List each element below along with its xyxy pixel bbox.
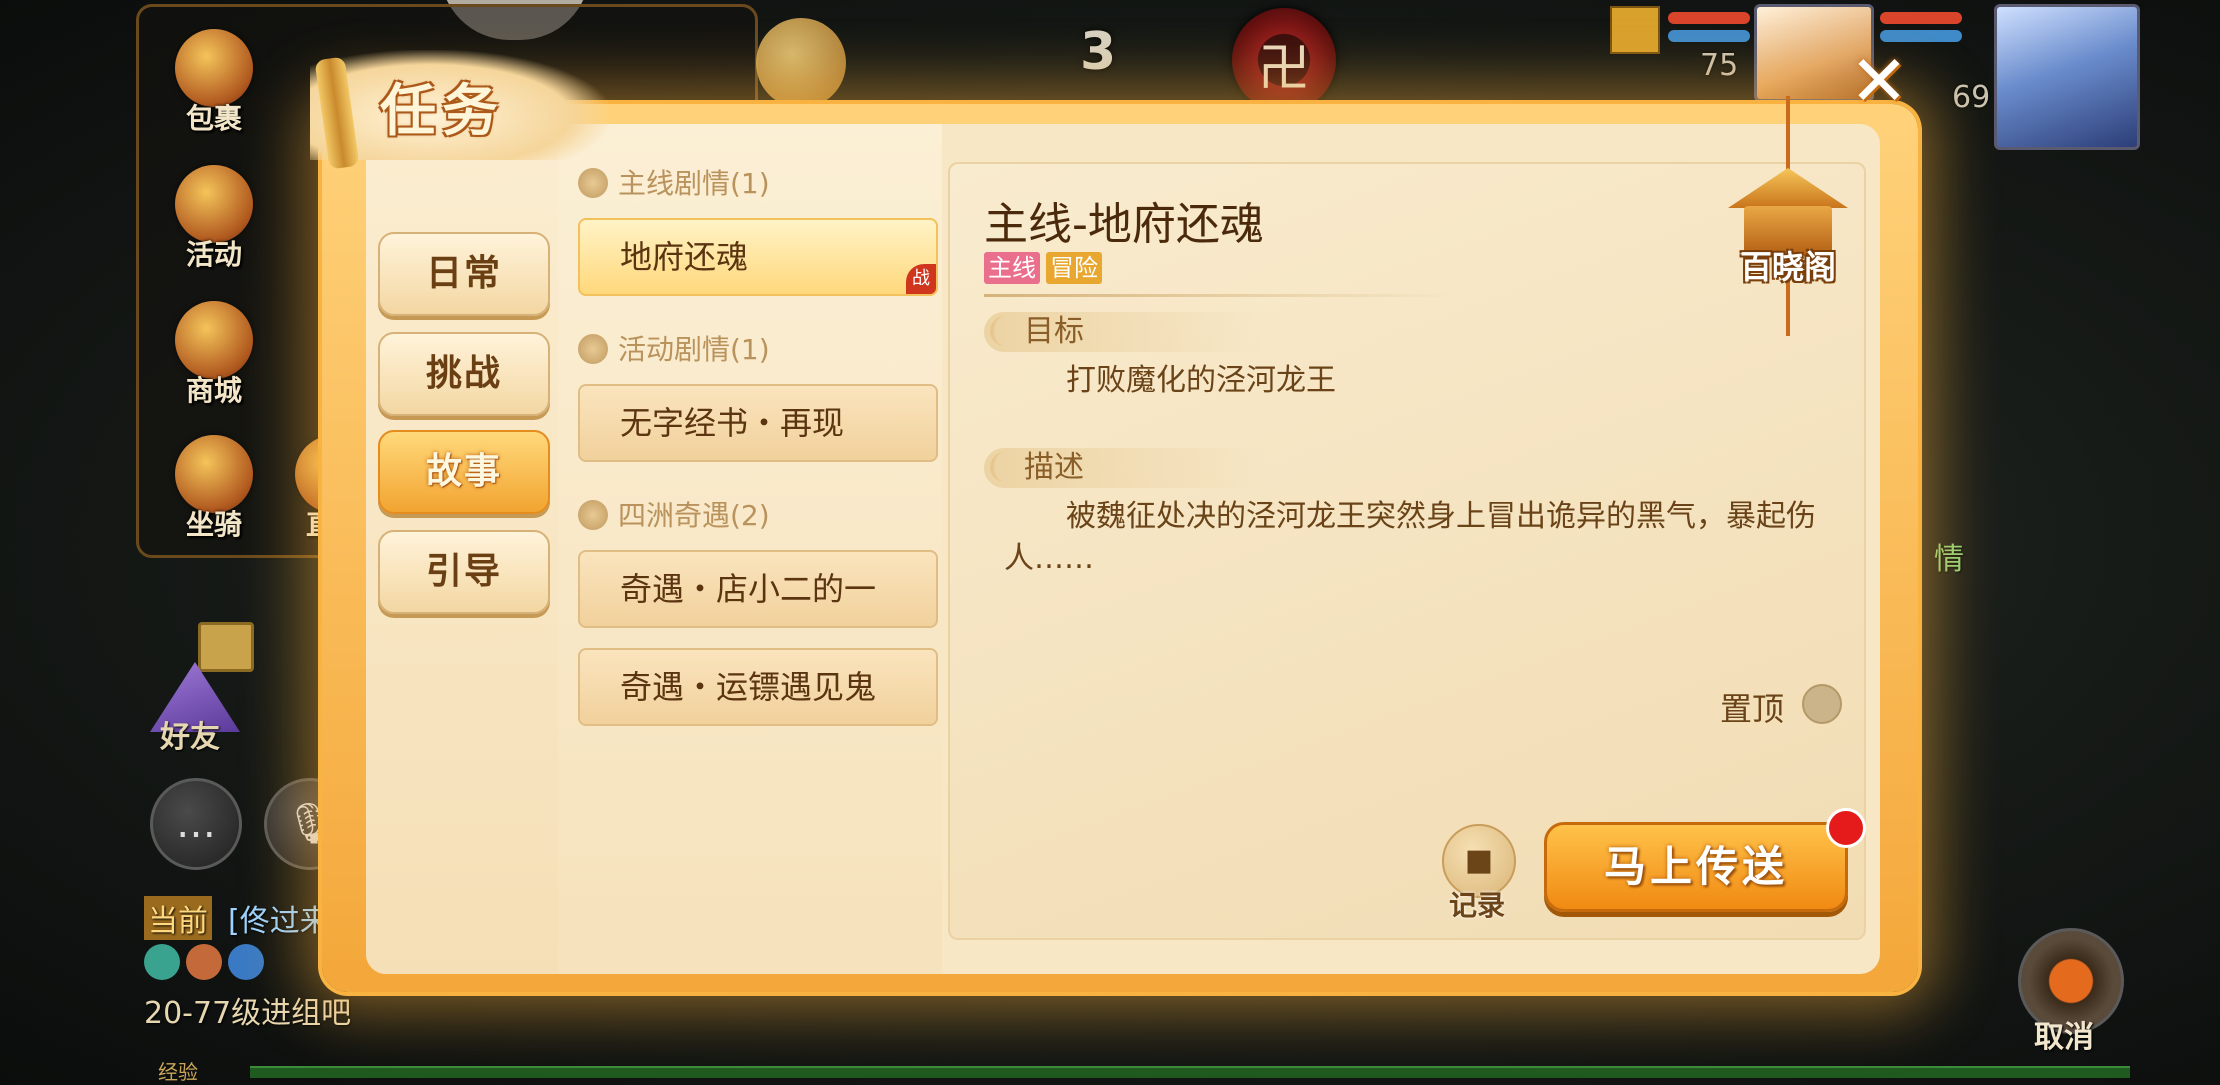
chat-bubble-icon[interactable]: … xyxy=(150,778,242,870)
quest-item[interactable]: 奇遇・店小二的一 xyxy=(578,550,938,628)
cancel-label[interactable]: 取消 xyxy=(2034,1012,2094,1056)
description-text: 被魏征处决的泾河龙王突然身上冒出诡异的黑气，暴起伤人…… xyxy=(1004,499,1816,576)
mount-icon xyxy=(175,435,253,513)
upgrade-arrow-icon[interactable] xyxy=(1610,6,1660,54)
group-header-encounter[interactable]: 四洲奇遇(2) xyxy=(578,496,770,536)
dialog-title: 任务 xyxy=(380,79,504,144)
cloud-icon xyxy=(578,334,608,364)
divider xyxy=(984,294,1454,297)
emblem-icon[interactable] xyxy=(1232,8,1336,112)
chat-badge-icon xyxy=(144,944,180,980)
horn-icon xyxy=(175,165,253,243)
chat-message: [佟过来 xyxy=(228,904,330,939)
teleport-button[interactable]: 马上传送 xyxy=(1544,822,1848,912)
chat-badge-icon xyxy=(186,944,222,980)
quest-item[interactable]: 奇遇・运镖遇见鬼 xyxy=(578,648,938,726)
cloud-icon xyxy=(578,168,608,198)
tab-challenge[interactable]: 挑战 xyxy=(378,332,550,416)
tab-story[interactable]: 故事 xyxy=(378,430,550,514)
group-header-main[interactable]: 主线剧情(1) xyxy=(578,164,770,204)
quest-item[interactable]: 无字经书・再现 xyxy=(578,384,938,462)
bag-icon xyxy=(175,29,253,107)
chat-message-2: 20-77级进组吧 xyxy=(144,996,352,1031)
exp-bar xyxy=(250,1066,2130,1078)
chat-badge-icon xyxy=(228,944,264,980)
category-rail: 日常 挑战 故事 引导 xyxy=(366,124,558,974)
side-text: 情 xyxy=(1934,542,1964,577)
chat-channel: 当前 xyxy=(144,896,212,940)
player-avatar[interactable] xyxy=(1994,4,2140,150)
description-header: 描述 xyxy=(984,448,1264,488)
pin-label: 置顶 xyxy=(1720,690,1785,728)
pavilion-button[interactable]: 百晓阁 xyxy=(1718,96,1858,346)
pavilion-label: 百晓阁 xyxy=(1739,248,1836,286)
goal-header: 目标 xyxy=(984,312,1264,352)
bag-button[interactable]: 包裹 xyxy=(159,29,269,137)
group-header-event[interactable]: 活动剧情(1) xyxy=(578,330,770,370)
quest-list: 主线剧情(1) 地府还魂 战 活动剧情(1) 无字经书・再现 四洲奇遇(2) 奇… xyxy=(558,124,942,974)
pin-toggle[interactable] xyxy=(1802,684,1842,724)
mail-icon[interactable] xyxy=(198,622,254,672)
tab-daily[interactable]: 日常 xyxy=(378,232,550,316)
pet-level: 69 xyxy=(1952,80,1991,115)
exp-label: 经验 xyxy=(158,1060,198,1084)
goal-text: 打败魔化的泾河龙王 xyxy=(1066,363,1336,398)
tab-guide[interactable]: 引导 xyxy=(378,530,550,614)
cloud-icon xyxy=(578,500,608,530)
top-counter: 3 xyxy=(1080,22,1117,82)
task-dialog: 日常 挑战 故事 引导 主线剧情(1) 地府还魂 战 活动剧情(1) 无字经书・… xyxy=(322,104,1918,992)
notification-dot xyxy=(1826,808,1866,848)
tag-adventure: 冒险 xyxy=(1046,252,1102,284)
battle-badge: 战 xyxy=(906,264,936,294)
pavilion-roof-icon xyxy=(1728,168,1848,208)
ghost-icon[interactable] xyxy=(756,18,846,108)
tag-main: 主线 xyxy=(984,252,1040,284)
shop-button[interactable]: 商城 xyxy=(159,301,269,409)
quest-item[interactable]: 地府还魂 战 xyxy=(578,218,938,296)
shop-icon xyxy=(175,301,253,379)
mount-button[interactable]: 坐骑 xyxy=(159,435,269,543)
friends-label: 好友 xyxy=(160,720,220,755)
quest-title: 主线-地府还魂 xyxy=(984,199,1264,250)
record-label[interactable]: 记录 xyxy=(1442,884,1512,924)
player-level: 75 xyxy=(1700,48,1739,83)
activity-button[interactable]: 活动 xyxy=(159,165,269,273)
